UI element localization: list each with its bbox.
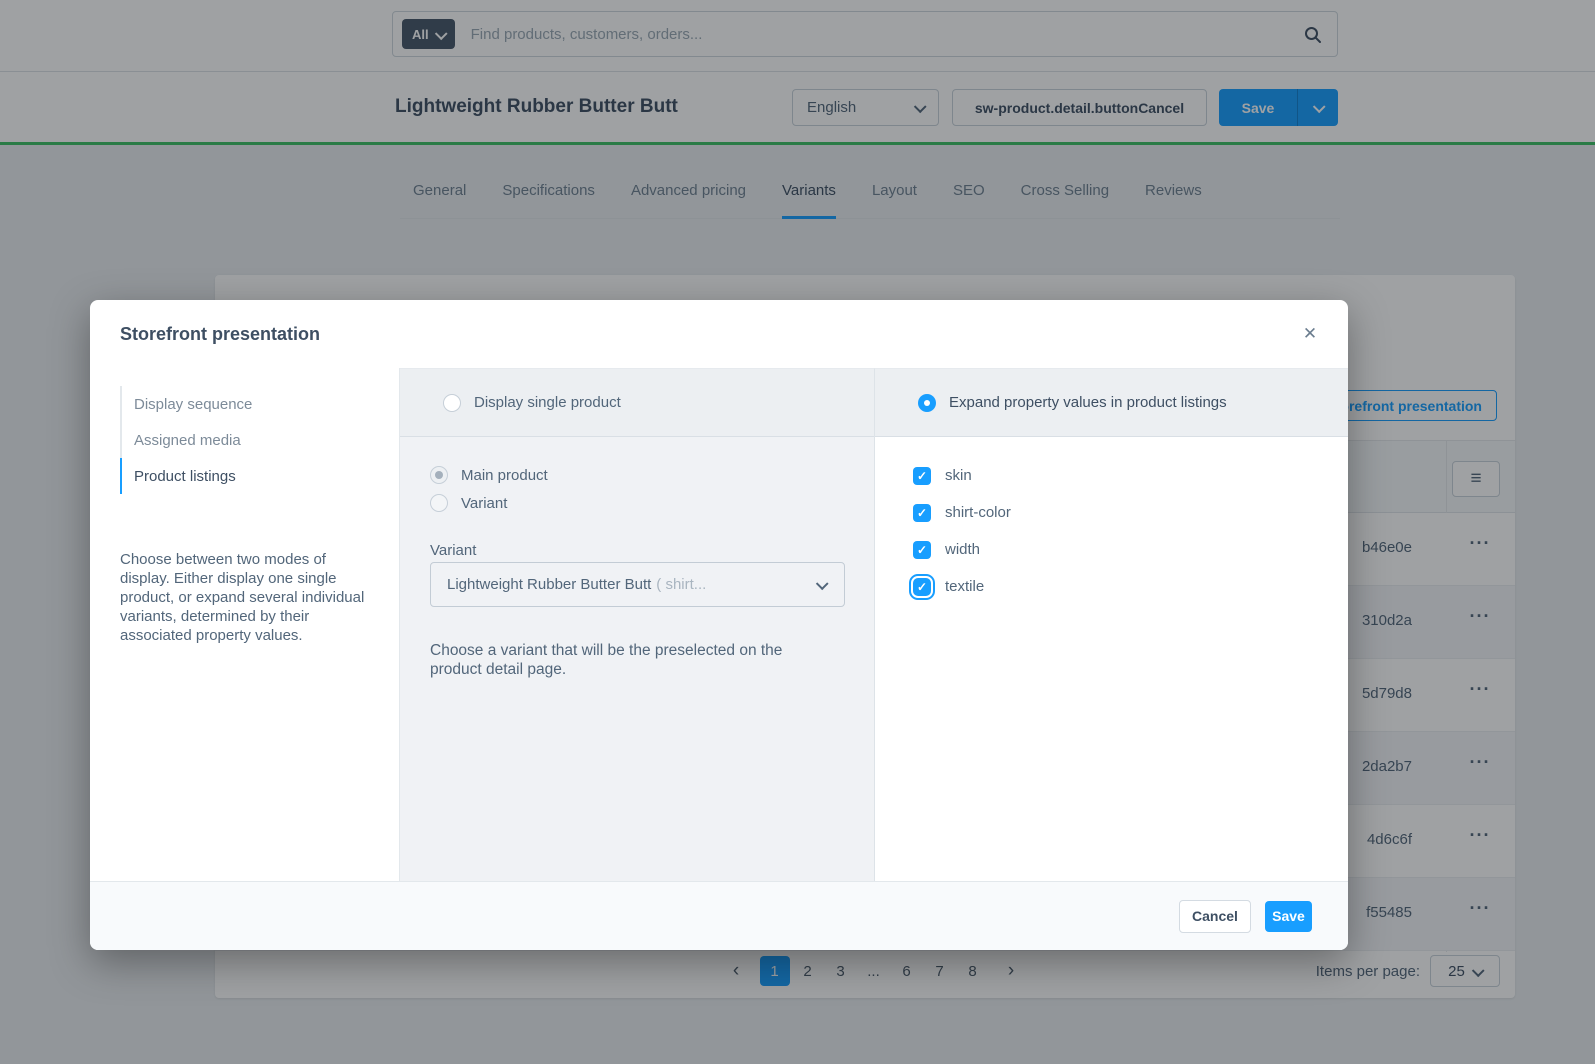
check-icon: ✓	[917, 580, 927, 594]
list-item: ✓ textile	[913, 568, 1011, 605]
main-product-label: Main product	[461, 467, 548, 484]
chevron-down-icon	[816, 577, 829, 590]
list-item: ✓ skin	[913, 457, 1011, 494]
single-product-mode-header: Display single product	[400, 369, 874, 437]
variant-helper-text: Choose a variant that will be the presel…	[430, 641, 822, 679]
variant-field-label: Variant	[430, 542, 476, 559]
expand-mode-header: Expand property values in product listin…	[875, 369, 1348, 437]
variant-radio[interactable]	[430, 494, 448, 512]
width-checkbox[interactable]: ✓	[913, 541, 931, 559]
modal-header: Storefront presentation ✕	[90, 300, 1348, 368]
screen: All Find products, customers, orders... …	[0, 0, 1595, 1064]
expand-properties-column: Expand property values in product listin…	[875, 368, 1348, 881]
sidebar-item-display-sequence[interactable]: Display sequence	[120, 386, 399, 422]
display-single-product-label: Display single product	[474, 394, 621, 411]
skin-checkbox[interactable]: ✓	[913, 467, 931, 485]
expand-property-values-label: Expand property values in product listin…	[949, 394, 1227, 411]
variant-radio-label: Variant	[461, 495, 507, 512]
list-item: ✓ shirt-color	[913, 494, 1011, 531]
check-icon: ✓	[917, 543, 927, 557]
textile-checkbox-label: textile	[945, 578, 984, 595]
save-button[interactable]: Save	[1265, 901, 1312, 932]
modal-body: Display sequence Assigned media Product …	[90, 368, 1348, 881]
main-product-radio[interactable]	[430, 466, 448, 484]
shirt-color-checkbox[interactable]: ✓	[913, 504, 931, 522]
cancel-button[interactable]: Cancel	[1179, 900, 1251, 933]
skin-checkbox-label: skin	[945, 467, 972, 484]
textile-checkbox[interactable]: ✓	[913, 578, 931, 596]
shirt-color-checkbox-label: shirt-color	[945, 504, 1011, 521]
modal-nav: Display sequence Assigned media Product …	[120, 386, 399, 494]
display-single-product-radio[interactable]	[443, 394, 461, 412]
variant-select-value: Lightweight Rubber Butter Butt	[447, 576, 651, 593]
main-product-radio-row: Main product	[430, 466, 548, 484]
list-item: ✓ width	[913, 531, 1011, 568]
property-options-list: ✓ skin ✓ shirt-color ✓ width ✓ textile	[913, 457, 1011, 605]
width-checkbox-label: width	[945, 541, 980, 558]
storefront-presentation-modal: Storefront presentation ✕ Display sequen…	[90, 300, 1348, 950]
check-icon: ✓	[917, 506, 927, 520]
sidebar-item-assigned-media[interactable]: Assigned media	[120, 422, 399, 458]
single-product-column: Display single product Main product Vari…	[400, 368, 875, 881]
modal-sidebar: Display sequence Assigned media Product …	[90, 368, 400, 881]
expand-property-values-radio[interactable]	[918, 394, 936, 412]
check-icon: ✓	[917, 469, 927, 483]
variant-radio-row: Variant	[430, 494, 507, 512]
modal-title: Storefront presentation	[120, 324, 320, 345]
variant-select-value-suffix: ( shirt...	[656, 576, 706, 593]
variant-select[interactable]: Lightweight Rubber Butter Butt ( shirt..…	[430, 562, 845, 607]
mode-description: Choose between two modes of display. Eit…	[120, 550, 371, 645]
sidebar-item-product-listings[interactable]: Product listings	[120, 458, 399, 494]
modal-footer: Cancel Save	[90, 881, 1348, 950]
close-icon[interactable]: ✕	[1300, 324, 1320, 344]
